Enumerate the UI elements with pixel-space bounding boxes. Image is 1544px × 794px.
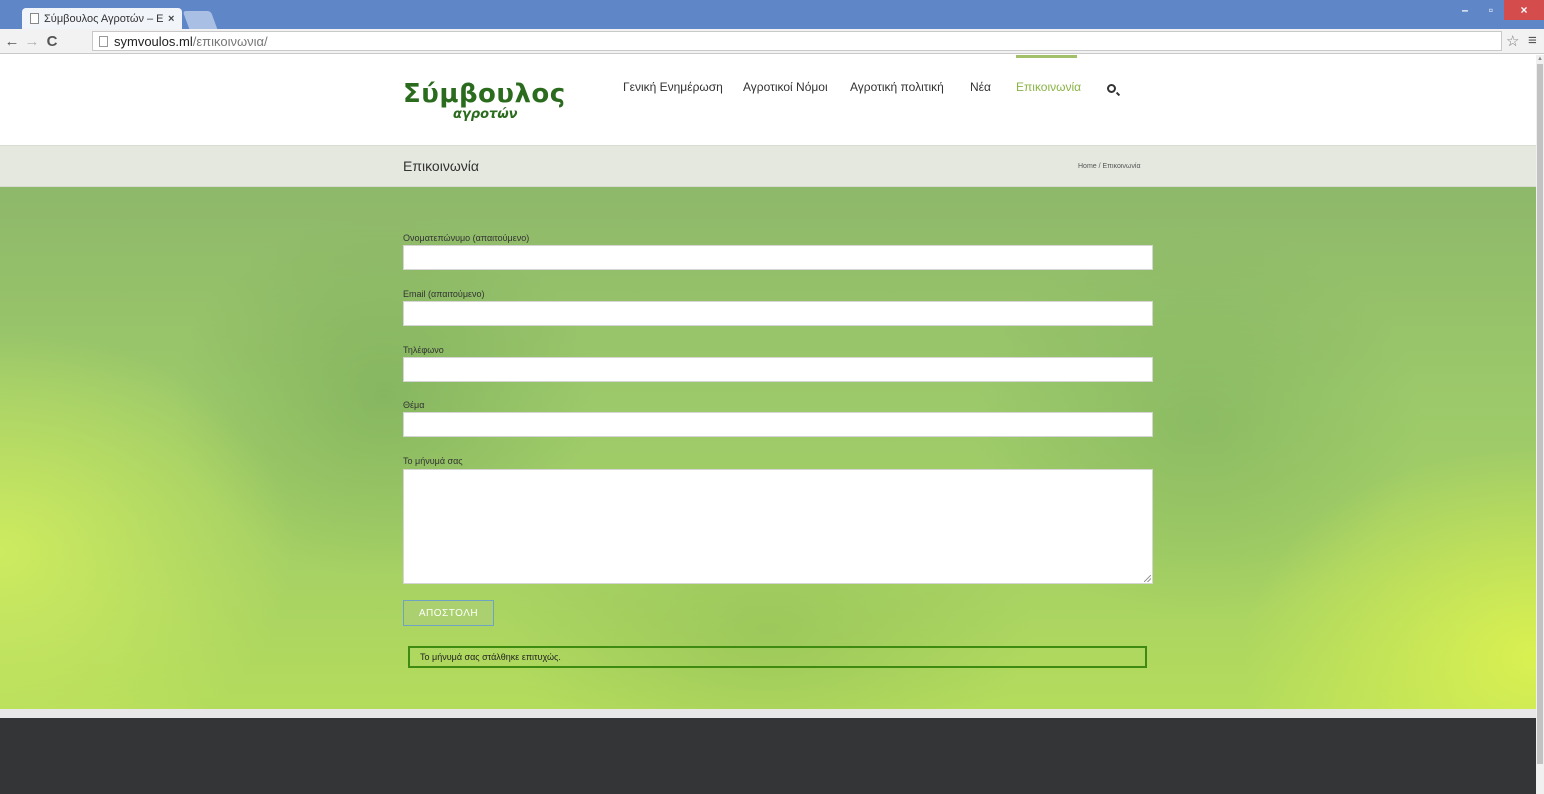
- phone-field[interactable]: [403, 357, 1153, 382]
- email-field[interactable]: [403, 301, 1153, 326]
- nav-item-general-info[interactable]: Γενική Ενημέρωση: [623, 80, 723, 94]
- minimize-button[interactable]: –: [1452, 0, 1478, 20]
- nav-item-contact[interactable]: Επικοινωνία: [1016, 80, 1081, 94]
- url-host: symvoulos.ml: [114, 33, 193, 49]
- email-label: Email (απαιτούμενο): [403, 289, 485, 299]
- window-controls: – ▫ ×: [1452, 0, 1544, 20]
- reload-icon[interactable]: C: [42, 33, 62, 50]
- browser-menu-icon[interactable]: ≡: [1528, 32, 1537, 49]
- name-field[interactable]: [403, 245, 1153, 270]
- logo-title: Σύμβουλος: [403, 79, 566, 109]
- url-path: /επικοινωνια/: [192, 33, 268, 49]
- browser-toolbar: ← → C symvoulos.ml/επικοινωνια/ ☆ ≡: [0, 29, 1544, 54]
- bookmark-star-icon[interactable]: ☆: [1506, 32, 1519, 50]
- footer-divider: [0, 709, 1536, 718]
- search-icon[interactable]: [1107, 84, 1116, 93]
- page-title-bar: [0, 145, 1536, 187]
- breadcrumb[interactable]: Home / Επικοινωνία: [1078, 163, 1141, 170]
- nav-item-policy[interactable]: Αγροτική πολιτική: [850, 80, 944, 94]
- close-window-button[interactable]: ×: [1504, 0, 1544, 20]
- nav-item-laws[interactable]: Αγροτικοί Νόμοι: [743, 80, 828, 94]
- browser-tabstrip: Σύμβουλος Αγροτών – Επ × – ▫ ×: [0, 0, 1544, 29]
- success-message: Το μήνυμά σας στάλθηκε επιτυχώς.: [408, 646, 1147, 668]
- name-label: Ονοματεπώνυμο (απαιτούμενο): [403, 233, 530, 243]
- submit-button[interactable]: ΑΠΟΣΤΟΛΗ: [403, 600, 494, 626]
- message-label: Το μήνυμά σας: [403, 456, 463, 466]
- message-textarea[interactable]: [403, 469, 1153, 584]
- browser-tab[interactable]: Σύμβουλος Αγροτών – Επ ×: [22, 8, 182, 29]
- page-title: Επικοινωνία: [403, 158, 479, 174]
- phone-label: Τηλέφωνο: [403, 345, 444, 355]
- site-footer: [0, 718, 1536, 794]
- tab-title: Σύμβουλος Αγροτών – Επ: [44, 12, 164, 25]
- resize-handle-icon[interactable]: [1144, 575, 1151, 582]
- address-bar[interactable]: symvoulos.ml/επικοινωνια/: [92, 31, 1502, 51]
- restore-button[interactable]: ▫: [1478, 0, 1504, 20]
- tab-close-icon[interactable]: ×: [168, 13, 174, 25]
- forward-arrow-icon[interactable]: →: [22, 33, 42, 50]
- site-logo[interactable]: Σύμβουλος αγροτών: [403, 79, 566, 122]
- subject-field[interactable]: [403, 412, 1153, 437]
- scrollbar-thumb[interactable]: [1537, 64, 1543, 764]
- site-header: [0, 55, 1536, 145]
- page-icon: [30, 13, 39, 24]
- scroll-up-icon[interactable]: ▲: [1537, 56, 1543, 62]
- subject-label: Θέμα: [403, 400, 425, 410]
- nav-active-indicator: [1016, 55, 1077, 58]
- nav-item-news[interactable]: Νέα: [970, 80, 991, 94]
- new-tab-button[interactable]: [182, 11, 218, 29]
- logo-subtitle: αγροτών: [453, 107, 518, 122]
- page-icon: [99, 35, 108, 47]
- back-arrow-icon[interactable]: ←: [2, 33, 22, 50]
